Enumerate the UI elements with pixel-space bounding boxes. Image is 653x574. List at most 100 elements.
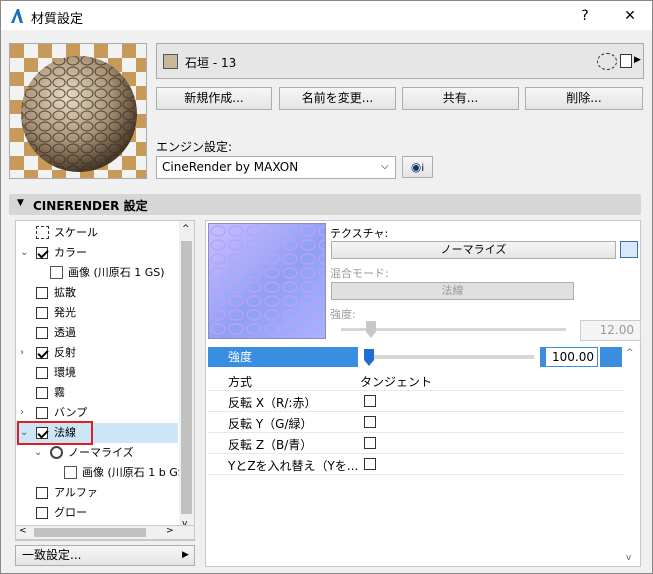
property-value[interactable]: タンジェント bbox=[360, 373, 432, 390]
list-item[interactable]: 発光 bbox=[16, 303, 178, 323]
image-icon bbox=[64, 466, 77, 479]
texture-strength-label: 強度: bbox=[330, 308, 356, 321]
material-preview bbox=[9, 43, 147, 179]
channel-checkbox[interactable] bbox=[36, 247, 48, 259]
list-item[interactable]: ⌄ 法線 bbox=[16, 421, 178, 445]
channel-checkbox[interactable] bbox=[36, 507, 48, 519]
list-item[interactable]: アルファ bbox=[16, 483, 178, 503]
list-item[interactable]: › 反射 bbox=[16, 343, 178, 363]
section-collapse-icon[interactable]: ▼ bbox=[17, 198, 24, 208]
channel-checkbox[interactable] bbox=[36, 407, 48, 419]
scroll-up-icon[interactable]: ^ bbox=[182, 224, 190, 234]
list-item-label: 環境 bbox=[54, 366, 76, 379]
engine-value: CineRender by MAXON bbox=[162, 160, 299, 174]
title-bar: 材質設定 ? ✕ bbox=[1, 1, 652, 31]
list-item-label: 反射 bbox=[54, 346, 76, 359]
property-label: 反転 Z（B/青） bbox=[228, 438, 313, 452]
list-item[interactable]: › バンプ bbox=[16, 403, 178, 423]
list-item[interactable]: 霧 bbox=[16, 383, 178, 403]
list-item[interactable]: スケール bbox=[16, 223, 178, 243]
property-row: 反転 X（R/:赤） bbox=[208, 391, 624, 412]
pane-scroll-up-icon[interactable]: ^ bbox=[626, 348, 634, 358]
match-settings-button[interactable]: 一致設定... ▶ bbox=[15, 545, 195, 566]
property-row: 反転 Z（B/青） bbox=[208, 433, 624, 454]
image-icon bbox=[50, 266, 63, 279]
scroll-right-icon[interactable]: > bbox=[166, 526, 174, 536]
engine-select[interactable]: CineRender by MAXON ⌵ bbox=[156, 156, 396, 179]
intensity-thumb[interactable] bbox=[364, 349, 374, 366]
new-material-button[interactable]: 新規作成... bbox=[156, 87, 272, 110]
list-item[interactable]: グロー bbox=[16, 503, 178, 523]
chevron-down-icon[interactable]: ⌄ bbox=[20, 243, 28, 263]
list-item[interactable]: ⌄ ノーマライズ bbox=[16, 443, 178, 463]
blend-mode-select[interactable]: 法線 bbox=[331, 282, 574, 300]
list-item-label: アルファ bbox=[54, 486, 98, 499]
blend-mode-label: 混合モード: bbox=[330, 267, 389, 280]
list-item[interactable]: ⌄ カラー bbox=[16, 243, 178, 263]
channel-checkbox[interactable] bbox=[36, 367, 48, 379]
section-title: CINERENDER 設定 bbox=[33, 199, 148, 213]
rename-button[interactable]: 名前を変更... bbox=[279, 87, 396, 110]
engine-label: エンジン設定: bbox=[156, 140, 233, 154]
list-item[interactable]: 環境 bbox=[16, 363, 178, 383]
intensity-slider[interactable] bbox=[358, 347, 538, 367]
property-checkbox[interactable] bbox=[364, 416, 376, 428]
channel-checkbox[interactable] bbox=[36, 387, 48, 399]
texture-library-icon[interactable] bbox=[597, 53, 617, 70]
property-label: 反転 Y（G/緑） bbox=[228, 417, 313, 431]
property-row: YとZを入れ替え（Yを... bbox=[208, 454, 624, 475]
property-row: 反転 Y（G/緑） bbox=[208, 412, 624, 433]
channel-list-scrollbar[interactable]: ^ v bbox=[179, 221, 194, 540]
property-checkbox[interactable] bbox=[364, 437, 376, 449]
channel-checkbox[interactable] bbox=[36, 347, 48, 359]
help-button[interactable]: ? bbox=[563, 1, 607, 31]
list-item-label: ノーマライズ bbox=[68, 446, 134, 459]
selection-highlight-box bbox=[17, 421, 93, 445]
list-item[interactable]: 画像 (川原石 1 GS) bbox=[16, 263, 178, 283]
scale-icon bbox=[36, 226, 49, 239]
texture-strength-field[interactable]: 12.00 bbox=[580, 320, 641, 341]
material-settings-dialog: 材質設定 ? ✕ 石垣 - 13 ▶ 新規作成... 名前を変更... 共有..… bbox=[0, 0, 653, 574]
property-label: 反転 X（R/:赤） bbox=[228, 396, 317, 410]
material-swatch bbox=[163, 54, 178, 69]
close-button[interactable]: ✕ bbox=[608, 1, 652, 31]
channel-checkbox[interactable] bbox=[36, 327, 48, 339]
list-item-label: 霧 bbox=[54, 386, 65, 399]
material-menu-arrow-icon[interactable]: ▶ bbox=[634, 55, 641, 65]
intensity-track bbox=[364, 355, 534, 359]
list-item-label: グロー bbox=[54, 506, 87, 519]
property-checkbox[interactable] bbox=[364, 395, 376, 407]
texture-browse-icon[interactable] bbox=[620, 241, 638, 258]
list-item[interactable]: 拡散 bbox=[16, 283, 178, 303]
texture-strength-thumb[interactable] bbox=[366, 321, 376, 338]
list-item-label: 発光 bbox=[54, 306, 76, 319]
channel-checkbox[interactable] bbox=[36, 487, 48, 499]
scrollbar-thumb[interactable] bbox=[181, 241, 192, 514]
intensity-row-end bbox=[600, 347, 622, 367]
hscrollbar-thumb[interactable] bbox=[34, 528, 146, 537]
intensity-value-field[interactable]: 100.00 bbox=[540, 347, 598, 367]
engine-info-button[interactable]: ◉i bbox=[402, 156, 433, 178]
list-item[interactable]: 透過 bbox=[16, 323, 178, 343]
channel-settings-pane: テクスチャ: ノーマライズ 混合モード: 法線 強度: 12.00 強度 100… bbox=[205, 220, 641, 567]
list-item[interactable]: 画像 (川原石 1 b GS) bbox=[16, 463, 189, 483]
list-item-label: 画像 (川原石 1 b GS) bbox=[82, 466, 190, 479]
chevron-right-icon[interactable]: › bbox=[20, 403, 24, 423]
material-name-field[interactable]: 石垣 - 13 ▶ bbox=[156, 43, 644, 79]
texture-button[interactable]: ノーマライズ bbox=[331, 241, 616, 259]
delete-button[interactable]: 削除... bbox=[525, 87, 643, 110]
channel-checkbox[interactable] bbox=[36, 287, 48, 299]
pane-scroll-down-icon[interactable]: v bbox=[626, 553, 631, 563]
channel-list-hscrollbar[interactable]: < > bbox=[15, 525, 195, 540]
material-catalog-icon[interactable] bbox=[620, 54, 632, 68]
chevron-right-icon[interactable]: › bbox=[20, 343, 24, 363]
scroll-left-icon[interactable]: < bbox=[19, 526, 27, 536]
cinerender-section-header[interactable]: ▼ CINERENDER 設定 bbox=[9, 194, 641, 215]
chevron-down-icon[interactable]: ⌄ bbox=[34, 443, 42, 463]
share-button[interactable]: 共有... bbox=[402, 87, 519, 110]
cinerender-logo-icon: ◉ bbox=[410, 160, 422, 174]
channel-checkbox[interactable] bbox=[36, 307, 48, 319]
property-checkbox[interactable] bbox=[364, 458, 376, 470]
property-row: 方式 タンジェント bbox=[208, 370, 624, 391]
texture-label: テクスチャ: bbox=[330, 227, 389, 240]
